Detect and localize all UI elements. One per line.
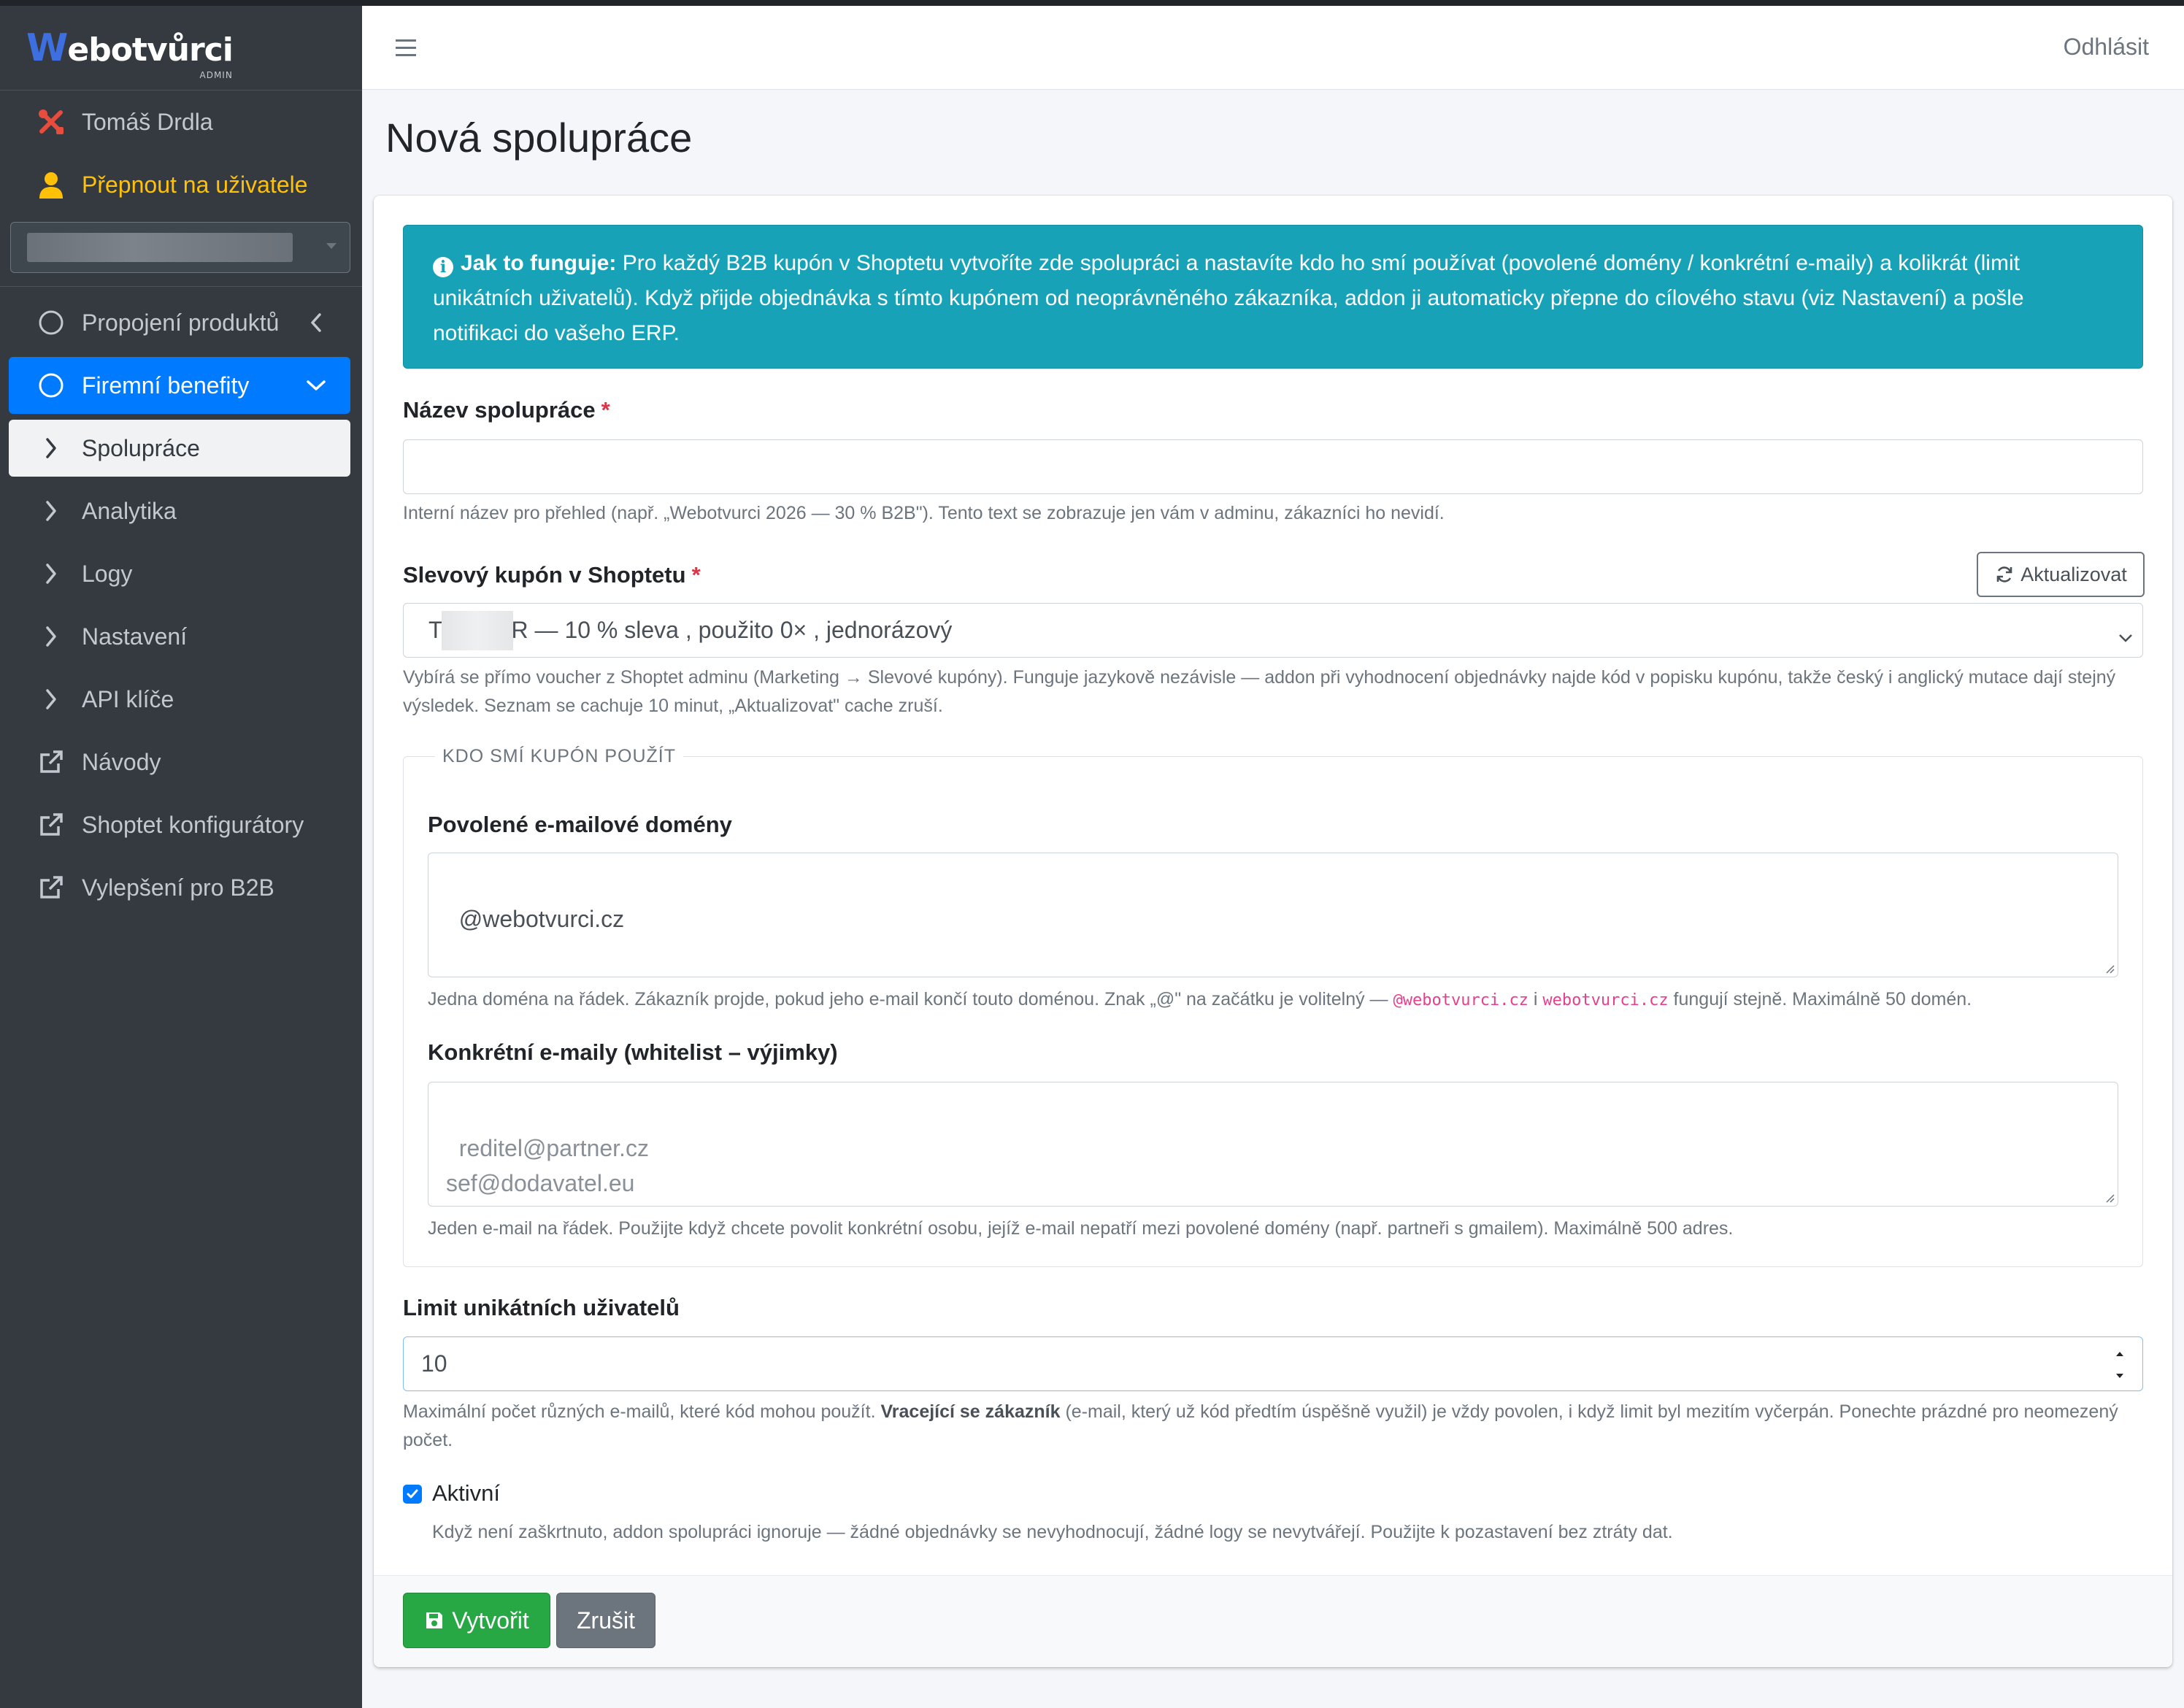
active-help: Když není zaškrtnuto, addon spolupráci i…	[432, 1522, 1673, 1542]
stepper-up-icon[interactable]	[2115, 1350, 2125, 1358]
chevron-right-icon	[36, 496, 66, 526]
chevron-right-icon	[36, 434, 66, 463]
domains-label: Povolené e-mailové domény	[428, 812, 732, 837]
sidebar-item-navody[interactable]: Návody	[9, 734, 350, 790]
top-navbar: Odhlásit	[362, 6, 2184, 90]
circle-icon	[36, 371, 66, 400]
info-alert: i Jak to funguje: Pro každý B2B kupón v S…	[403, 225, 2143, 369]
alert-lead: Jak to funguje:	[461, 251, 617, 275]
chevron-right-icon	[36, 559, 66, 588]
sidebar-item-label: API klíče	[82, 685, 174, 712]
checkmark-icon	[407, 1489, 418, 1499]
redacted-code	[441, 610, 513, 650]
emails-label: Konkrétní e-maily (whitelist – výjimky)	[428, 1039, 838, 1065]
sidebar-item-label: Logy	[82, 560, 133, 587]
domains-help: Jedna doména na řádek. Zákazník projde, …	[428, 989, 1972, 1009]
name-label: Název spolupráce *	[403, 397, 610, 423]
brand-logo: Webotvůrci ADMIN	[26, 26, 234, 80]
user-select[interactable]	[10, 222, 350, 273]
emails-textarea[interactable]: reditel@partner.cz sef@dodavatel.eu	[428, 1082, 2118, 1207]
resize-handle-icon[interactable]	[2104, 1193, 2115, 1203]
refresh-icon	[1994, 564, 2015, 585]
chevron-down-icon	[2118, 623, 2134, 650]
alert-text: Pro každý B2B kupón v Shoptetu vytvoříte…	[433, 251, 2024, 345]
sidebar: Webotvůrci ADMIN Tomáš Drdla Přepnout na …	[0, 6, 362, 1708]
coupon-select[interactable]: TR — 10 % sleva , použito 0× , jednorázo…	[403, 603, 2143, 658]
sidebar-item-spoluprace[interactable]: Spolupráce	[9, 420, 350, 477]
limit-help: Maximální počet různých e-mailů, které k…	[403, 1401, 2118, 1450]
domains-textarea[interactable]: @webotvurci.cz	[428, 853, 2118, 977]
emails-help: Jeden e-mail na řádek. Použijte když chc…	[428, 1218, 1734, 1239]
brand-admin-label: ADMIN	[199, 69, 233, 80]
chevron-down-icon	[302, 372, 330, 399]
limit-label: Limit unikátních uživatelů	[403, 1295, 680, 1320]
external-link-icon	[36, 873, 66, 902]
sidebar-item-label: Nastavení	[82, 623, 188, 650]
sidebar-item-logy[interactable]: Logy	[9, 545, 350, 602]
sidebar-item-label: Shoptet konfigurátory	[82, 811, 304, 838]
sidebar-item-shoptet-konfiguratory[interactable]: Shoptet konfigurátory	[9, 796, 350, 853]
sidebar-item-vylepseni-b2b[interactable]: Vylepšení pro B2B	[9, 859, 350, 916]
page-title: Nová spolupráce	[385, 115, 693, 161]
sidebar-item-nastaveni[interactable]: Nastavení	[9, 608, 350, 665]
name-help: Interní název pro přehled (např. „Webotv…	[403, 503, 1445, 523]
name-input[interactable]	[403, 439, 2143, 494]
resize-handle-icon[interactable]	[2104, 963, 2115, 974]
required-mark: *	[601, 397, 610, 423]
refresh-coupons-button[interactable]: Aktualizovat	[1977, 552, 2145, 597]
external-link-icon	[36, 747, 66, 777]
number-stepper[interactable]	[2115, 1350, 2125, 1380]
coupon-help: Vybírá se přímo voucher z Shoptet adminu…	[403, 667, 2116, 716]
user-name: Tomáš Drdla	[82, 108, 213, 135]
sidebar-item-analytika[interactable]: Analytika	[9, 482, 350, 539]
create-button[interactable]: Vytvořit	[403, 1593, 550, 1648]
sidebar-item-label: Firemní benefity	[82, 372, 250, 399]
logout-link[interactable]: Odhlásit	[2064, 34, 2149, 61]
cancel-button[interactable]: Zrušit	[556, 1593, 655, 1648]
external-link-icon	[36, 810, 66, 839]
chevron-left-icon	[302, 309, 330, 336]
window-top-strip	[0, 0, 2184, 6]
switch-user-link[interactable]: Přepnout na uživatele	[0, 153, 362, 216]
brand[interactable]: Webotvůrci ADMIN	[0, 6, 362, 91]
sidebar-item-label: Vylepšení pro B2B	[82, 874, 274, 901]
sidebar-item-api-klice[interactable]: API klíče	[9, 671, 350, 728]
sidebar-divider	[0, 286, 362, 287]
sidebar-item-label: Propojení produktů	[82, 309, 280, 336]
required-mark: *	[691, 562, 701, 588]
user-link[interactable]: Tomáš Drdla	[0, 91, 362, 153]
limit-input[interactable]: 10	[403, 1336, 2143, 1391]
tools-icon	[36, 107, 66, 136]
sidebar-item-label: Návody	[82, 748, 161, 775]
switch-user-label: Přepnout na uživatele	[82, 171, 308, 198]
caret-down-icon	[326, 243, 337, 249]
user-icon	[36, 170, 66, 199]
circle-icon	[36, 308, 66, 337]
info-circle-icon: i	[433, 257, 453, 277]
save-icon	[424, 1610, 445, 1631]
coupon-label: Slevový kupón v Shoptetu *	[403, 562, 701, 588]
sidebar-item-firemni-benefity[interactable]: Firemní benefity	[9, 357, 350, 414]
stepper-down-icon[interactable]	[2115, 1372, 2125, 1380]
chevron-right-icon	[36, 622, 66, 651]
active-label[interactable]: Aktivní	[432, 1480, 500, 1507]
sidebar-item-label: Spolupráce	[82, 434, 200, 461]
sidebar-nav: Propojení produktů Firemní benefity Spol…	[0, 294, 362, 916]
hamburger-menu-icon[interactable]	[396, 39, 416, 57]
sidebar-item-propojeni-produktu[interactable]: Propojení produktů	[9, 294, 350, 351]
chevron-right-icon	[36, 685, 66, 714]
fieldset-legend: KDO SMÍ KUPÓN POUŽÍT	[435, 746, 684, 767]
sidebar-item-label: Analytika	[82, 497, 177, 524]
active-checkbox[interactable]	[403, 1485, 422, 1504]
redacted-value	[27, 233, 293, 262]
